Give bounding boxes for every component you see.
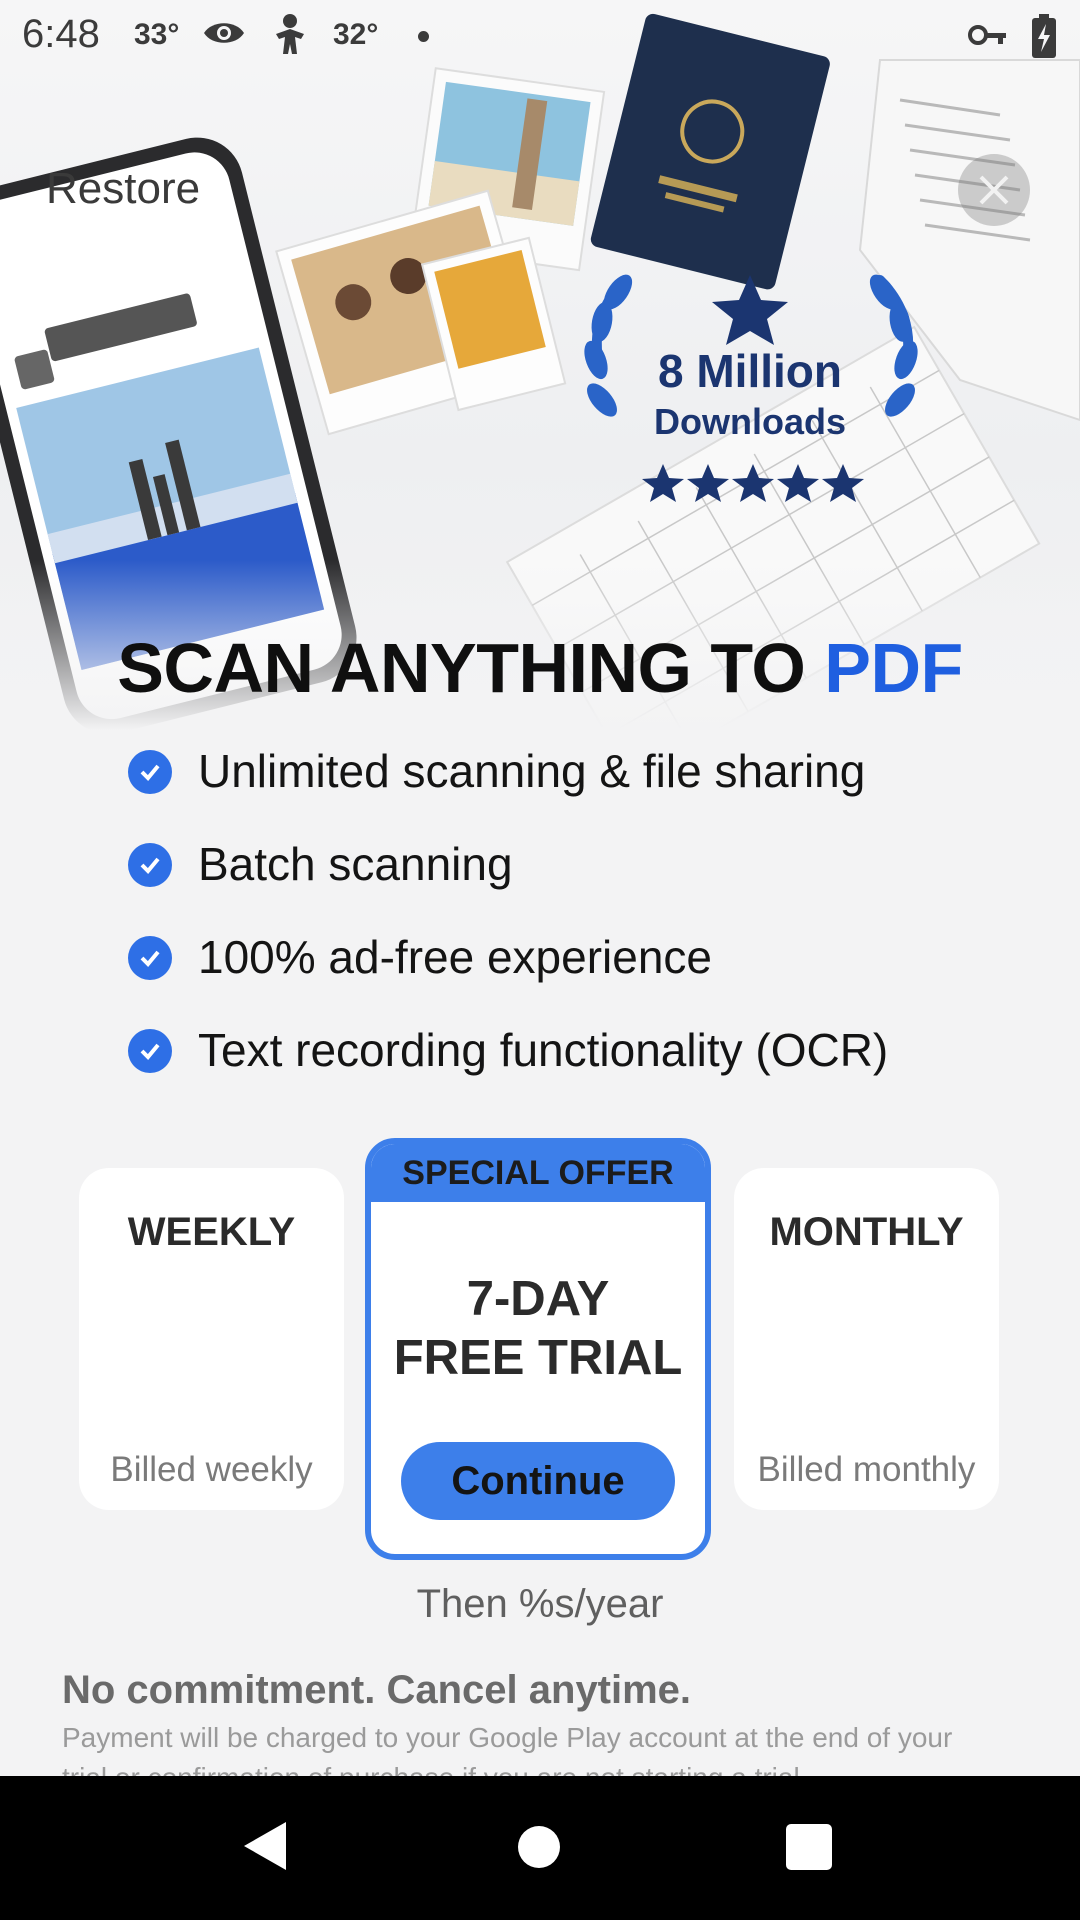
continue-button[interactable]: Continue	[401, 1442, 675, 1520]
feature-item: 100% ad-free experience	[128, 924, 888, 1017]
feature-label: Unlimited scanning & file sharing	[198, 745, 866, 797]
feature-label: Text recording functionality (OCR)	[198, 1024, 889, 1076]
status-time: 6:48	[22, 12, 100, 56]
check-icon	[128, 1029, 172, 1073]
dot-icon	[418, 31, 429, 42]
plan-name: MONTHLY	[769, 1210, 964, 1254]
badge-line2: Downloads	[653, 401, 846, 442]
status-bar: 6:48 33° 32°	[0, 0, 1080, 72]
recents-icon[interactable]	[786, 1824, 832, 1870]
feature-item: Text recording functionality (OCR)	[128, 1017, 888, 1110]
feature-list: Unlimited scanning & file sharing Batch …	[128, 738, 888, 1110]
feature-label: Batch scanning	[198, 838, 513, 890]
close-icon	[979, 175, 1009, 205]
eye-icon	[202, 18, 246, 53]
close-button[interactable]	[958, 154, 1030, 226]
special-offer-badge: SPECIAL OFFER	[371, 1144, 705, 1202]
back-icon[interactable]	[240, 1820, 288, 1877]
page-title: SCAN ANYTHING TO PDF	[0, 628, 1080, 708]
person-icon	[268, 12, 312, 61]
plan-card-monthly[interactable]: MONTHLY Billed monthly	[734, 1168, 999, 1510]
home-icon[interactable]	[518, 1826, 560, 1868]
no-commitment-text: No commitment. Cancel anytime.	[62, 1668, 692, 1712]
check-icon	[128, 936, 172, 980]
offer-line2: FREE TRIAL	[393, 1331, 683, 1385]
feature-item: Unlimited scanning & file sharing	[128, 738, 888, 831]
status-temp2: 32°	[333, 18, 379, 51]
plan-billed: Billed weekly	[110, 1450, 313, 1489]
feature-item: Batch scanning	[128, 831, 888, 924]
title-accent: PDF	[824, 629, 963, 707]
vpn-key-icon	[968, 22, 1008, 53]
plan-name: WEEKLY	[127, 1210, 296, 1254]
restore-button[interactable]: Restore	[46, 164, 200, 214]
plan-billed: Billed monthly	[757, 1450, 976, 1489]
status-temp1: 33°	[134, 18, 180, 51]
check-icon	[128, 843, 172, 887]
check-icon	[128, 750, 172, 794]
offer-title: 7-DAY FREE TRIAL	[371, 1270, 705, 1388]
title-main: SCAN ANYTHING TO	[117, 629, 825, 707]
plan-card-special-offer[interactable]: SPECIAL OFFER 7-DAY FREE TRIAL Continue	[365, 1138, 711, 1560]
badge-line1: 8 Million	[658, 345, 842, 397]
plan-card-weekly[interactable]: WEEKLY Billed weekly	[79, 1168, 344, 1510]
then-price-text: Then %s/year	[416, 1582, 664, 1626]
feature-label: 100% ad-free experience	[198, 931, 712, 983]
battery-charging-icon	[1030, 14, 1058, 63]
offer-line1: 7-DAY	[466, 1272, 610, 1326]
